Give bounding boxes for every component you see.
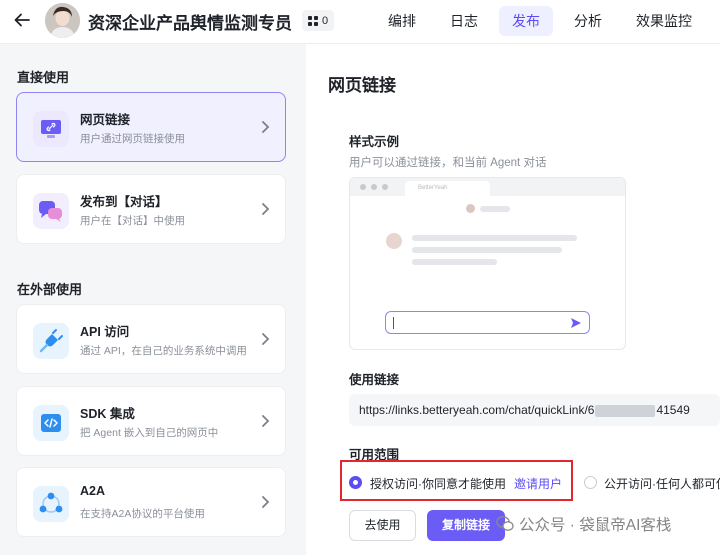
wechat-icon — [496, 516, 514, 531]
panel-title: 网页链接 — [328, 76, 396, 95]
window-dot-icon — [382, 184, 388, 190]
plug-icon — [33, 323, 69, 359]
app-counter-badge[interactable]: 0 — [302, 10, 335, 31]
tab-publish[interactable]: 发布 — [499, 6, 553, 36]
watermark: 公众号 · 袋鼠帝AI客栈 — [496, 513, 671, 535]
window-dot-icon — [360, 184, 366, 190]
preview-message-line — [412, 235, 577, 241]
channel-card-web-link[interactable]: 网页链接 用户通过网页链接使用 — [16, 92, 286, 162]
copy-link-button[interactable]: 复制链接 — [427, 510, 505, 541]
channel-card-a2a[interactable]: A2A 在支持A2A协议的平台使用 — [16, 467, 286, 537]
radio-authorized-access[interactable] — [349, 476, 362, 489]
preview-message-line — [412, 259, 497, 265]
code-icon — [33, 405, 69, 441]
preview-tab: BetterYeah — [405, 181, 490, 196]
link-suffix: 41549 — [656, 403, 690, 417]
radio-public-access[interactable] — [584, 476, 597, 489]
example-description: 用户可以通过链接，和当前 Agent 对话 — [349, 157, 547, 169]
agent-avatar — [45, 3, 80, 38]
preview-tab-label: BetterYeah — [418, 185, 448, 191]
card-desc: 在支持A2A协议的平台使用 — [80, 508, 205, 520]
link-label: 使用链接 — [349, 373, 400, 387]
preview-agent-name — [480, 206, 510, 212]
network-icon — [33, 486, 69, 522]
invite-users-link[interactable]: 邀请用户 — [514, 475, 562, 492]
card-desc: 用户通过网页链接使用 — [80, 133, 185, 145]
channel-card-api[interactable]: API 访问 通过 API，在自己的业务系统中调用 — [16, 304, 286, 374]
tab-analytics[interactable]: 分析 — [561, 6, 615, 36]
card-title: A2A — [80, 484, 106, 498]
counter-value: 0 — [322, 14, 329, 27]
chevron-right-icon — [262, 203, 270, 215]
web-link-panel: 网页链接 样式示例 用户可以通过链接，和当前 Agent 对话 BetterYe… — [306, 44, 720, 555]
grid-icon — [308, 15, 318, 26]
preview-message-avatar — [386, 233, 402, 249]
preview-caret — [393, 317, 394, 329]
example-label: 样式示例 — [349, 135, 400, 149]
channel-card-chat[interactable]: 发布到【对话】 用户在【对话】中使用 — [16, 174, 286, 244]
tab-logs[interactable]: 日志 — [437, 6, 491, 36]
option-authorized-label[interactable]: 授权访问·你同意才能使用 — [370, 475, 506, 492]
window-dot-icon — [371, 184, 377, 190]
card-title: 发布到【对话】 — [80, 195, 168, 209]
preview-chat-input — [385, 311, 590, 334]
go-use-button[interactable]: 去使用 — [349, 510, 416, 541]
card-title: SDK 集成 — [80, 407, 135, 421]
publish-channel-sidebar: 直接使用 网页链接 用户通过网页链接使用 发布到【对话】 用户在【对话】中使用 … — [0, 44, 306, 555]
link-monitor-icon — [33, 111, 69, 147]
section-external-use: 在外部使用 — [17, 282, 83, 297]
chevron-right-icon — [262, 496, 270, 508]
watermark-text: 公众号 · 袋鼠帝AI客栈 — [519, 517, 672, 534]
channel-card-sdk[interactable]: SDK 集成 把 Agent 嵌入到自己的网页中 — [16, 386, 286, 456]
card-desc: 用户在【对话】中使用 — [80, 215, 185, 227]
chevron-right-icon — [262, 333, 270, 345]
style-preview: BetterYeah — [349, 177, 626, 350]
redacted-link-segment — [595, 404, 656, 417]
top-bar: 资深企业产品舆情监测专员 0 编排 日志 发布 分析 效果监控 — [0, 0, 720, 44]
agent-title: 资深企业产品舆情监测专员 — [88, 14, 292, 33]
card-title: API 访问 — [80, 325, 130, 339]
chat-bubbles-icon — [33, 193, 69, 229]
send-icon — [571, 318, 581, 328]
card-desc: 通过 API，在自己的业务系统中调用 — [80, 345, 247, 357]
top-nav: 编排 日志 发布 分析 效果监控 — [375, 6, 713, 36]
option-public-label[interactable]: 公开访问·任何人都可使 — [604, 475, 720, 492]
preview-agent-avatar — [466, 204, 475, 213]
tab-monitoring[interactable]: 效果监控 — [623, 6, 705, 36]
card-desc: 把 Agent 嵌入到自己的网页中 — [80, 427, 219, 439]
section-direct-use: 直接使用 — [17, 70, 70, 85]
preview-browser-bar: BetterYeah — [350, 178, 625, 196]
preview-message-line — [412, 247, 562, 253]
chevron-right-icon — [262, 121, 270, 133]
chevron-right-icon — [262, 415, 270, 427]
link-prefix: https://links.betteryeah.com/chat/quickL… — [359, 403, 595, 417]
tab-orchestrate[interactable]: 编排 — [375, 6, 429, 36]
card-title: 网页链接 — [80, 113, 131, 127]
arrow-left-icon[interactable] — [12, 10, 32, 30]
share-link-field[interactable]: https://links.betteryeah.com/chat/quickL… — [349, 394, 720, 426]
